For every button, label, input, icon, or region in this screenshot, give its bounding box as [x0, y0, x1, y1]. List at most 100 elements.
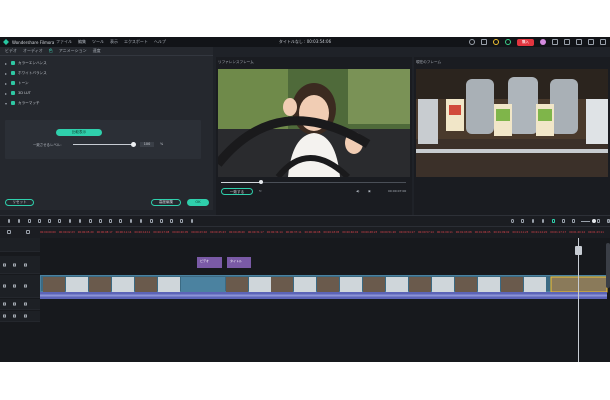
title-clip[interactable]: タイトル	[227, 257, 251, 268]
checkbox[interactable]	[11, 101, 15, 105]
chevron-down-icon[interactable]: ▾	[5, 101, 10, 106]
effect-white-balance[interactable]: ▸ ホワイトバランス	[0, 68, 213, 78]
effect-3d-lut[interactable]: ▸ 3D LUT	[0, 88, 213, 98]
motion-icon[interactable]	[170, 219, 173, 223]
ai-icon[interactable]	[190, 219, 194, 223]
zoom-slider-handle[interactable]	[591, 218, 596, 223]
menu-tools[interactable]: ツール	[92, 39, 104, 45]
clip-label: タイトル	[230, 259, 243, 263]
undo-icon[interactable]	[17, 219, 21, 223]
match-button[interactable]: 一致する	[221, 188, 253, 195]
time-ruler[interactable]: 00:00:00:00 00:00:02:23 00:00:05:20 00:00:0…	[0, 226, 610, 238]
scrubber-progress	[221, 182, 261, 183]
chevron-right-icon[interactable]: ▸	[5, 71, 10, 76]
speed-icon[interactable]	[78, 219, 82, 223]
lightbulb-icon[interactable]	[492, 39, 499, 45]
marker-icon[interactable]	[562, 219, 565, 223]
lock-icon[interactable]	[13, 284, 16, 288]
avatar[interactable]	[540, 39, 546, 45]
refresh-icon[interactable]: ↻	[259, 189, 262, 193]
volume-icon[interactable]: ◀)	[356, 189, 359, 193]
color-icon[interactable]	[88, 219, 92, 223]
checkbox[interactable]	[11, 81, 15, 85]
cut-icon[interactable]	[48, 219, 51, 223]
speaker-icon[interactable]	[24, 314, 27, 318]
fullscreen-icon[interactable]: ▣	[368, 189, 371, 193]
tab-color[interactable]: 色	[49, 48, 53, 54]
minimize-icon[interactable]	[576, 39, 582, 45]
lock-icon[interactable]	[13, 302, 16, 306]
voiceover-icon[interactable]	[531, 219, 535, 223]
current-preview: 現在のフレーム	[414, 57, 610, 215]
menu-file[interactable]: ファイル	[56, 39, 72, 45]
redo-icon[interactable]	[27, 219, 31, 223]
audio-waveform-clip[interactable]	[40, 292, 607, 299]
lock-icon[interactable]	[13, 263, 16, 266]
tab-animation[interactable]: アニメーション	[59, 48, 87, 54]
render-icon[interactable]	[551, 219, 555, 223]
sun-icon[interactable]	[468, 39, 475, 45]
video-clip[interactable]	[40, 275, 608, 293]
playhead[interactable]	[578, 238, 579, 362]
eye-icon[interactable]	[24, 263, 27, 266]
effect-tone[interactable]: ▸ トーン	[0, 78, 213, 88]
stabilize-icon[interactable]	[160, 219, 163, 223]
match-level-slider[interactable]	[73, 141, 136, 147]
effect-color-enhance[interactable]: ▸ カラーエンハンス	[0, 58, 213, 68]
chevron-right-icon[interactable]: ▸	[5, 61, 10, 66]
title-clip[interactable]: ビデオ	[197, 257, 222, 268]
tab-speed[interactable]: 速度	[93, 48, 101, 54]
advanced-edit-button[interactable]: 高度編集	[151, 199, 181, 206]
menu-view[interactable]: 表示	[110, 39, 118, 45]
freeze-icon[interactable]	[109, 219, 112, 223]
effect-color-match[interactable]: ▾ カラーマッチ	[0, 98, 213, 108]
chevron-right-icon[interactable]: ▸	[5, 81, 10, 86]
mask-icon[interactable]	[180, 219, 184, 223]
scrubber[interactable]	[221, 180, 406, 184]
menu-export[interactable]: エクスポート	[124, 39, 148, 45]
scrubber-handle[interactable]	[259, 180, 263, 184]
crop-icon[interactable]	[68, 219, 72, 223]
download-icon[interactable]	[504, 39, 511, 45]
vertical-scrollbar[interactable]	[606, 243, 610, 288]
buy-button[interactable]: 購入	[516, 38, 534, 46]
cloud-icon[interactable]	[564, 39, 570, 45]
menu-edit[interactable]: 編集	[78, 39, 86, 45]
lock-icon[interactable]	[13, 314, 16, 318]
link-icon[interactable]	[26, 230, 30, 234]
tab-video[interactable]: ビデオ	[5, 48, 17, 54]
message-icon[interactable]	[552, 39, 558, 45]
match-level-input[interactable]: 100	[140, 141, 154, 147]
chevron-right-icon[interactable]: ▸	[5, 91, 10, 96]
record-icon[interactable]	[511, 219, 514, 223]
zoom-out-icon[interactable]	[572, 219, 575, 223]
grid-icon[interactable]	[7, 219, 11, 223]
headphones-icon[interactable]	[480, 39, 487, 45]
menu-help[interactable]: ヘルプ	[154, 39, 166, 45]
ok-button[interactable]: OK	[187, 199, 209, 206]
speaker-icon[interactable]	[24, 302, 27, 306]
compare-view-button[interactable]: 比較表示	[56, 129, 102, 136]
snap-icon[interactable]	[541, 219, 545, 223]
text-icon[interactable]	[58, 219, 62, 223]
maximize-icon[interactable]	[588, 39, 594, 45]
slider-handle[interactable]	[131, 141, 136, 147]
zoom-slider[interactable]	[580, 218, 596, 223]
delete-icon[interactable]	[38, 219, 41, 223]
split-icon[interactable]	[139, 219, 143, 223]
green-screen-icon[interactable]	[129, 219, 133, 223]
video-thumbnails	[43, 276, 608, 293]
zoom-in-icon[interactable]	[597, 219, 600, 223]
mic-icon[interactable]	[521, 219, 525, 223]
close-icon[interactable]	[600, 39, 606, 45]
tab-audio[interactable]: オーディオ	[23, 48, 43, 54]
reset-button[interactable]: リセット	[5, 199, 34, 206]
checkbox[interactable]	[11, 91, 15, 95]
zoom-icon[interactable]	[119, 219, 123, 223]
add-track-icon[interactable]	[7, 230, 11, 234]
checkbox[interactable]	[11, 61, 15, 65]
eye-icon[interactable]	[24, 284, 27, 288]
audio-icon[interactable]	[99, 219, 102, 223]
keyframe-icon[interactable]	[149, 219, 153, 223]
checkbox[interactable]	[11, 71, 15, 75]
